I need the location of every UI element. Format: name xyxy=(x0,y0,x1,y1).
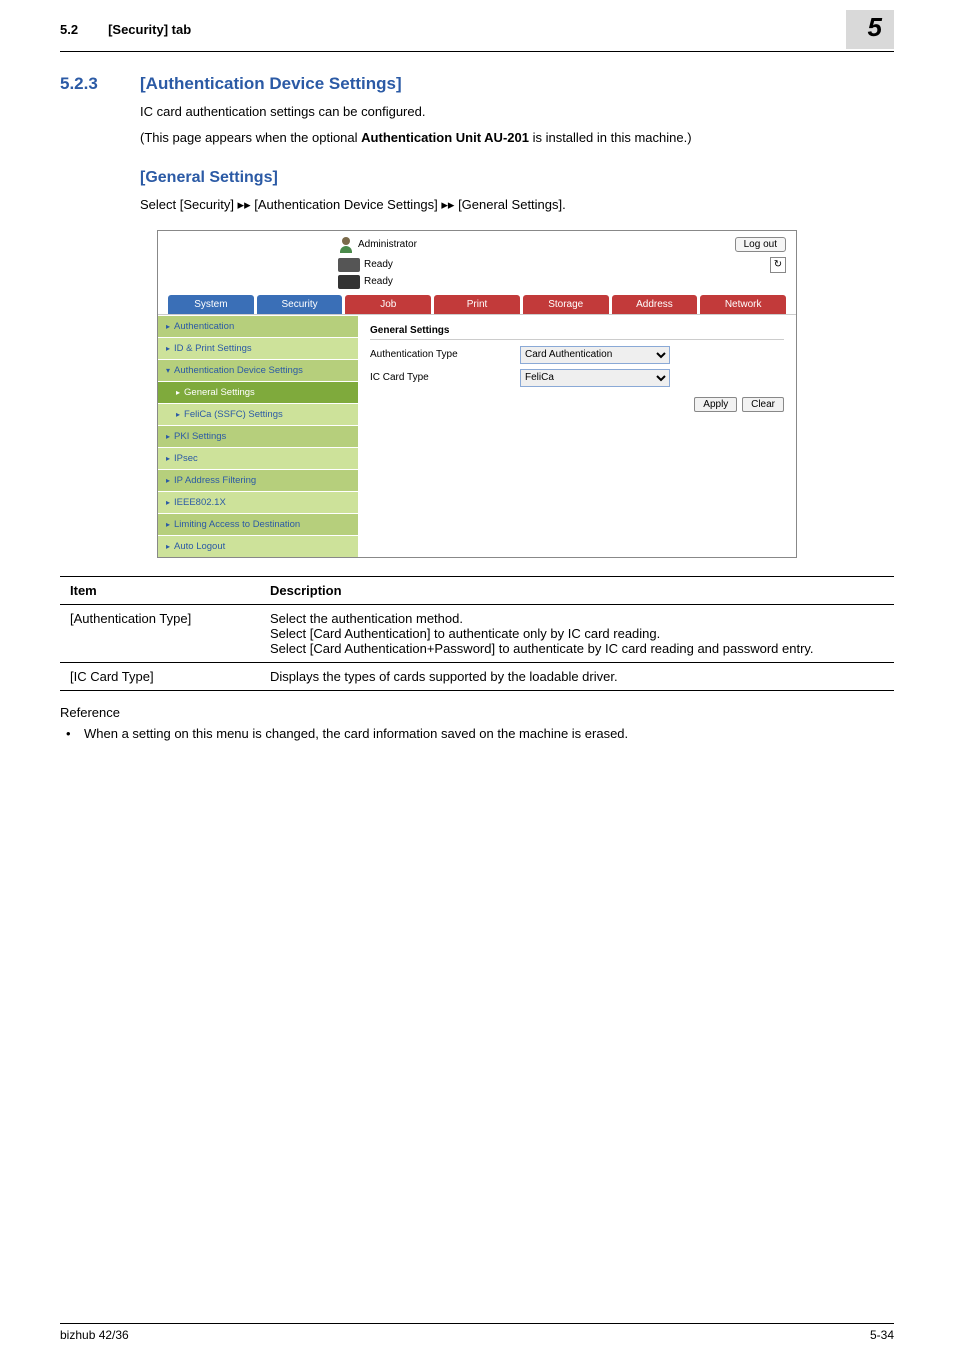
chevron-right-icon: ▸ xyxy=(176,388,180,397)
sidebar-item-auth-device[interactable]: ▾ Authentication Device Settings xyxy=(158,359,358,381)
printer-icon xyxy=(338,258,360,272)
sidebar-item-pki[interactable]: ▸ PKI Settings xyxy=(158,425,358,447)
table-row: [IC Card Type] Displays the types of car… xyxy=(60,662,894,690)
chevron-right-icon: ▸ xyxy=(166,344,170,353)
intro-paragraph-1: IC card authentication settings can be c… xyxy=(140,102,894,122)
ready-label-2: Ready xyxy=(364,276,393,287)
auth-type-select[interactable]: Card Authentication xyxy=(520,346,670,364)
sidebar-item-felica[interactable]: ▸ FeliCa (SSFC) Settings xyxy=(158,403,358,425)
sidebar-item-auto-logout[interactable]: ▸ Auto Logout xyxy=(158,535,358,557)
sidebar-item-limiting-access[interactable]: ▸ Limiting Access to Destination xyxy=(158,513,358,535)
chevron-right-icon: ▸ xyxy=(166,322,170,331)
breadcrumb-arrow-icon: ▸▸ xyxy=(441,198,454,213)
sidebar-nav: ▸ Authentication ▸ ID & Print Settings ▾ Au… xyxy=(158,315,358,557)
section-title: [Security] tab xyxy=(108,22,191,37)
ready-label-1: Ready xyxy=(364,259,393,270)
intro-paragraph-2: (This page appears when the optional Aut… xyxy=(140,128,894,148)
reference-bullet: When a setting on this menu is changed, … xyxy=(60,724,894,744)
embedded-screenshot: Administrator Log out Ready ↻ Ready Syst… xyxy=(157,230,797,558)
chevron-right-icon: ▸ xyxy=(166,432,170,441)
tab-print[interactable]: Print xyxy=(434,295,520,314)
intro-p2-bold: Authentication Unit AU-201 xyxy=(361,130,529,145)
subsection-heading: 5.2.3 [Authentication Device Settings] xyxy=(60,74,894,94)
table-row: [Authentication Type] Select the authent… xyxy=(60,604,894,662)
auth-type-label: Authentication Type xyxy=(370,349,520,360)
sidebar-item-general-settings[interactable]: ▸ General Settings xyxy=(158,381,358,403)
section-number: 5.2 xyxy=(60,22,78,37)
tab-bar: System Security Job Print Storage Addres… xyxy=(158,289,796,314)
sidebar-item-id-print[interactable]: ▸ ID & Print Settings xyxy=(158,337,358,359)
logout-button[interactable]: Log out xyxy=(735,237,786,252)
apply-button[interactable]: Apply xyxy=(694,397,737,412)
clear-button[interactable]: Clear xyxy=(742,397,784,412)
breadcrumb-arrow-icon: ▸▸ xyxy=(238,198,251,213)
main-panel: General Settings Authentication Type Car… xyxy=(358,315,796,557)
intro-p2-pre: (This page appears when the optional xyxy=(140,130,361,145)
sidebar-label: Auto Logout xyxy=(174,541,225,552)
tab-job[interactable]: Job xyxy=(345,295,431,314)
sidebar-item-ipsec[interactable]: ▸ IPsec xyxy=(158,447,358,469)
printer-icon xyxy=(338,275,360,289)
reference-label: Reference xyxy=(60,705,894,720)
sidebar-label: IEEE802.1X xyxy=(174,497,226,508)
chevron-right-icon: ▸ xyxy=(166,498,170,507)
footer-right: 5-34 xyxy=(870,1328,894,1342)
chevron-right-icon: ▸ xyxy=(166,542,170,551)
subsection-number: 5.2.3 xyxy=(60,74,140,94)
tab-security[interactable]: Security xyxy=(257,295,343,314)
sidebar-label: IPsec xyxy=(174,453,198,464)
general-settings-heading: [General Settings] xyxy=(140,169,894,187)
sidebar-label: Authentication Device Settings xyxy=(174,365,303,376)
chevron-right-icon: ▸ xyxy=(176,410,180,419)
admin-label: Administrator xyxy=(358,239,417,250)
chevron-right-icon: ▸ xyxy=(166,520,170,529)
chapter-number: 5 xyxy=(846,10,894,49)
sidebar-label: General Settings xyxy=(184,387,255,398)
table-cell-item: [Authentication Type] xyxy=(60,604,260,662)
ic-card-type-select[interactable]: FeliCa xyxy=(520,369,670,387)
description-table: Item Description [Authentication Type] S… xyxy=(60,576,894,691)
page-footer: bizhub 42/36 5-34 xyxy=(60,1323,894,1342)
tab-storage[interactable]: Storage xyxy=(523,295,609,314)
chevron-down-icon: ▾ xyxy=(166,366,170,375)
ic-card-type-label: IC Card Type xyxy=(370,372,520,383)
intro-p2-post: is installed in this machine.) xyxy=(529,130,692,145)
person-icon xyxy=(338,237,354,253)
sidebar-label: Limiting Access to Destination xyxy=(174,519,300,530)
navigation-path: Select [Security] ▸▸ [Authentication Dev… xyxy=(140,195,894,216)
tab-address[interactable]: Address xyxy=(612,295,698,314)
table-cell-item: [IC Card Type] xyxy=(60,662,260,690)
refresh-button[interactable]: ↻ xyxy=(770,257,786,273)
table-cell-desc: Select the authentication method. Select… xyxy=(260,604,894,662)
page-header: 5.2 [Security] tab 5 xyxy=(60,10,894,52)
table-header-description: Description xyxy=(260,576,894,604)
admin-indicator: Administrator xyxy=(338,237,417,253)
sidebar-item-ip-filter[interactable]: ▸ IP Address Filtering xyxy=(158,469,358,491)
sidebar-label: PKI Settings xyxy=(174,431,226,442)
tab-network[interactable]: Network xyxy=(700,295,786,314)
subsection-title: [Authentication Device Settings] xyxy=(140,74,402,94)
sidebar-label: FeliCa (SSFC) Settings xyxy=(184,409,283,420)
nav-path-mid: [Authentication Device Settings] xyxy=(251,197,442,212)
sidebar-item-ieee8021x[interactable]: ▸ IEEE802.1X xyxy=(158,491,358,513)
sidebar-label: ID & Print Settings xyxy=(174,343,252,354)
sidebar-label: IP Address Filtering xyxy=(174,475,256,486)
nav-path-end: [General Settings]. xyxy=(454,197,565,212)
tab-system[interactable]: System xyxy=(168,295,254,314)
chevron-right-icon: ▸ xyxy=(166,476,170,485)
table-header-item: Item xyxy=(60,576,260,604)
reference-block: Reference When a setting on this menu is… xyxy=(60,705,894,744)
chevron-right-icon: ▸ xyxy=(166,454,170,463)
table-cell-desc: Displays the types of cards supported by… xyxy=(260,662,894,690)
nav-path-pre: Select [Security] xyxy=(140,197,238,212)
sidebar-label: Authentication xyxy=(174,321,234,332)
footer-left: bizhub 42/36 xyxy=(60,1328,129,1342)
panel-title: General Settings xyxy=(370,325,784,340)
sidebar-item-authentication[interactable]: ▸ Authentication xyxy=(158,315,358,337)
